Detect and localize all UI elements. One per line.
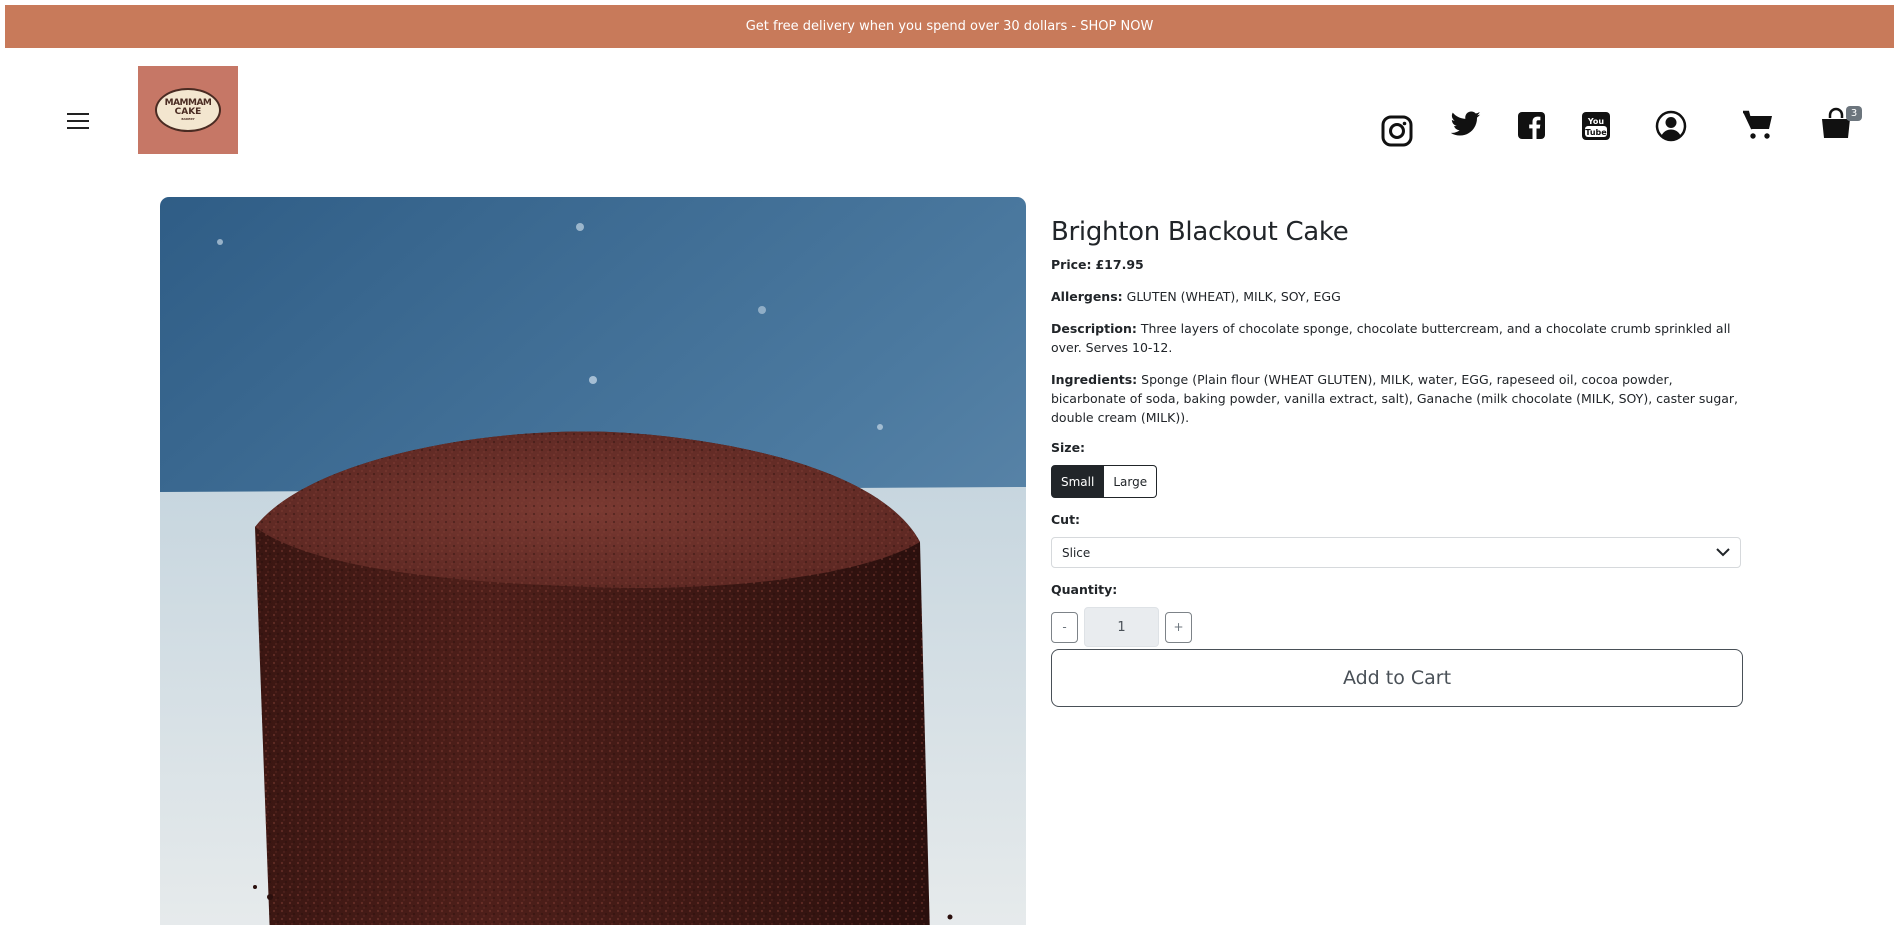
allergens-label: Allergens: (1051, 289, 1123, 304)
svg-text:You: You (1587, 117, 1605, 126)
allergens-value: GLUTEN (WHEAT), MILK, SOY, EGG (1126, 289, 1341, 304)
price-row: Price: £17.95 (1051, 255, 1743, 274)
svg-text:Tube: Tube (1585, 128, 1607, 137)
product-image (160, 197, 1026, 925)
logo-badge: MAMMAM CAKE BAKERY (155, 88, 221, 132)
description-row: Description: Three layers of chocolate s… (1051, 319, 1743, 357)
price-label: Price: (1051, 257, 1092, 272)
logo-text-line2: CAKE (174, 107, 202, 117)
description-value: Three layers of chocolate sponge, chocol… (1051, 321, 1731, 355)
ingredients-value: Sponge (Plain flour (WHEAT GLUTEN), MILK… (1051, 372, 1739, 425)
cut-label: Cut: (1051, 512, 1081, 527)
add-to-cart-button[interactable]: Add to Cart (1051, 649, 1743, 707)
ingredients-label: Ingredients: (1051, 372, 1138, 387)
ingredients-row: Ingredients: Sponge (Plain flour (WHEAT … (1051, 370, 1743, 427)
cut-select[interactable]: Slice (1051, 537, 1741, 568)
logo[interactable]: MAMMAM CAKE BAKERY (138, 66, 238, 154)
quantity-decrement-button[interactable]: - (1051, 611, 1078, 643)
size-option-small[interactable]: Small (1051, 465, 1105, 498)
promo-shop-now-link[interactable]: Get free delivery when you spend over 30… (746, 19, 1154, 34)
price-value: £17.95 (1095, 257, 1144, 272)
account-icon[interactable] (1655, 110, 1687, 142)
size-label: Size: (1051, 440, 1086, 455)
size-option-large[interactable]: Large (1104, 465, 1158, 498)
allergens-row: Allergens: GLUTEN (WHEAT), MILK, SOY, EG… (1051, 287, 1743, 306)
description-label: Description: (1051, 321, 1137, 336)
quantity-label: Quantity: (1051, 582, 1118, 597)
page: Get free delivery when you spend over 30… (5, 5, 1894, 925)
cart-count-badge: 3 (1846, 106, 1862, 121)
instagram-icon[interactable] (1381, 115, 1413, 147)
quantity-increment-button[interactable]: + (1165, 611, 1192, 643)
chevron-down-icon (1716, 546, 1730, 560)
quantity-input[interactable]: 1 (1084, 607, 1159, 647)
youtube-icon[interactable]: You Tube (1582, 112, 1610, 140)
size-options: Small Large (1051, 465, 1743, 498)
promo-banner: Get free delivery when you spend over 30… (5, 5, 1894, 48)
logo-text-line3: BAKERY (181, 117, 195, 121)
menu-icon[interactable] (67, 113, 89, 131)
cart-icon[interactable] (1741, 109, 1775, 141)
twitter-icon[interactable] (1451, 111, 1481, 137)
cut-select-value: Slice (1062, 545, 1091, 560)
product-details: Brighton Blackout Cake Price: £17.95 All… (1051, 217, 1743, 707)
product-title: Brighton Blackout Cake (1051, 217, 1349, 247)
quantity-stepper: - 1 + (1051, 607, 1743, 647)
facebook-icon[interactable] (1518, 112, 1545, 139)
